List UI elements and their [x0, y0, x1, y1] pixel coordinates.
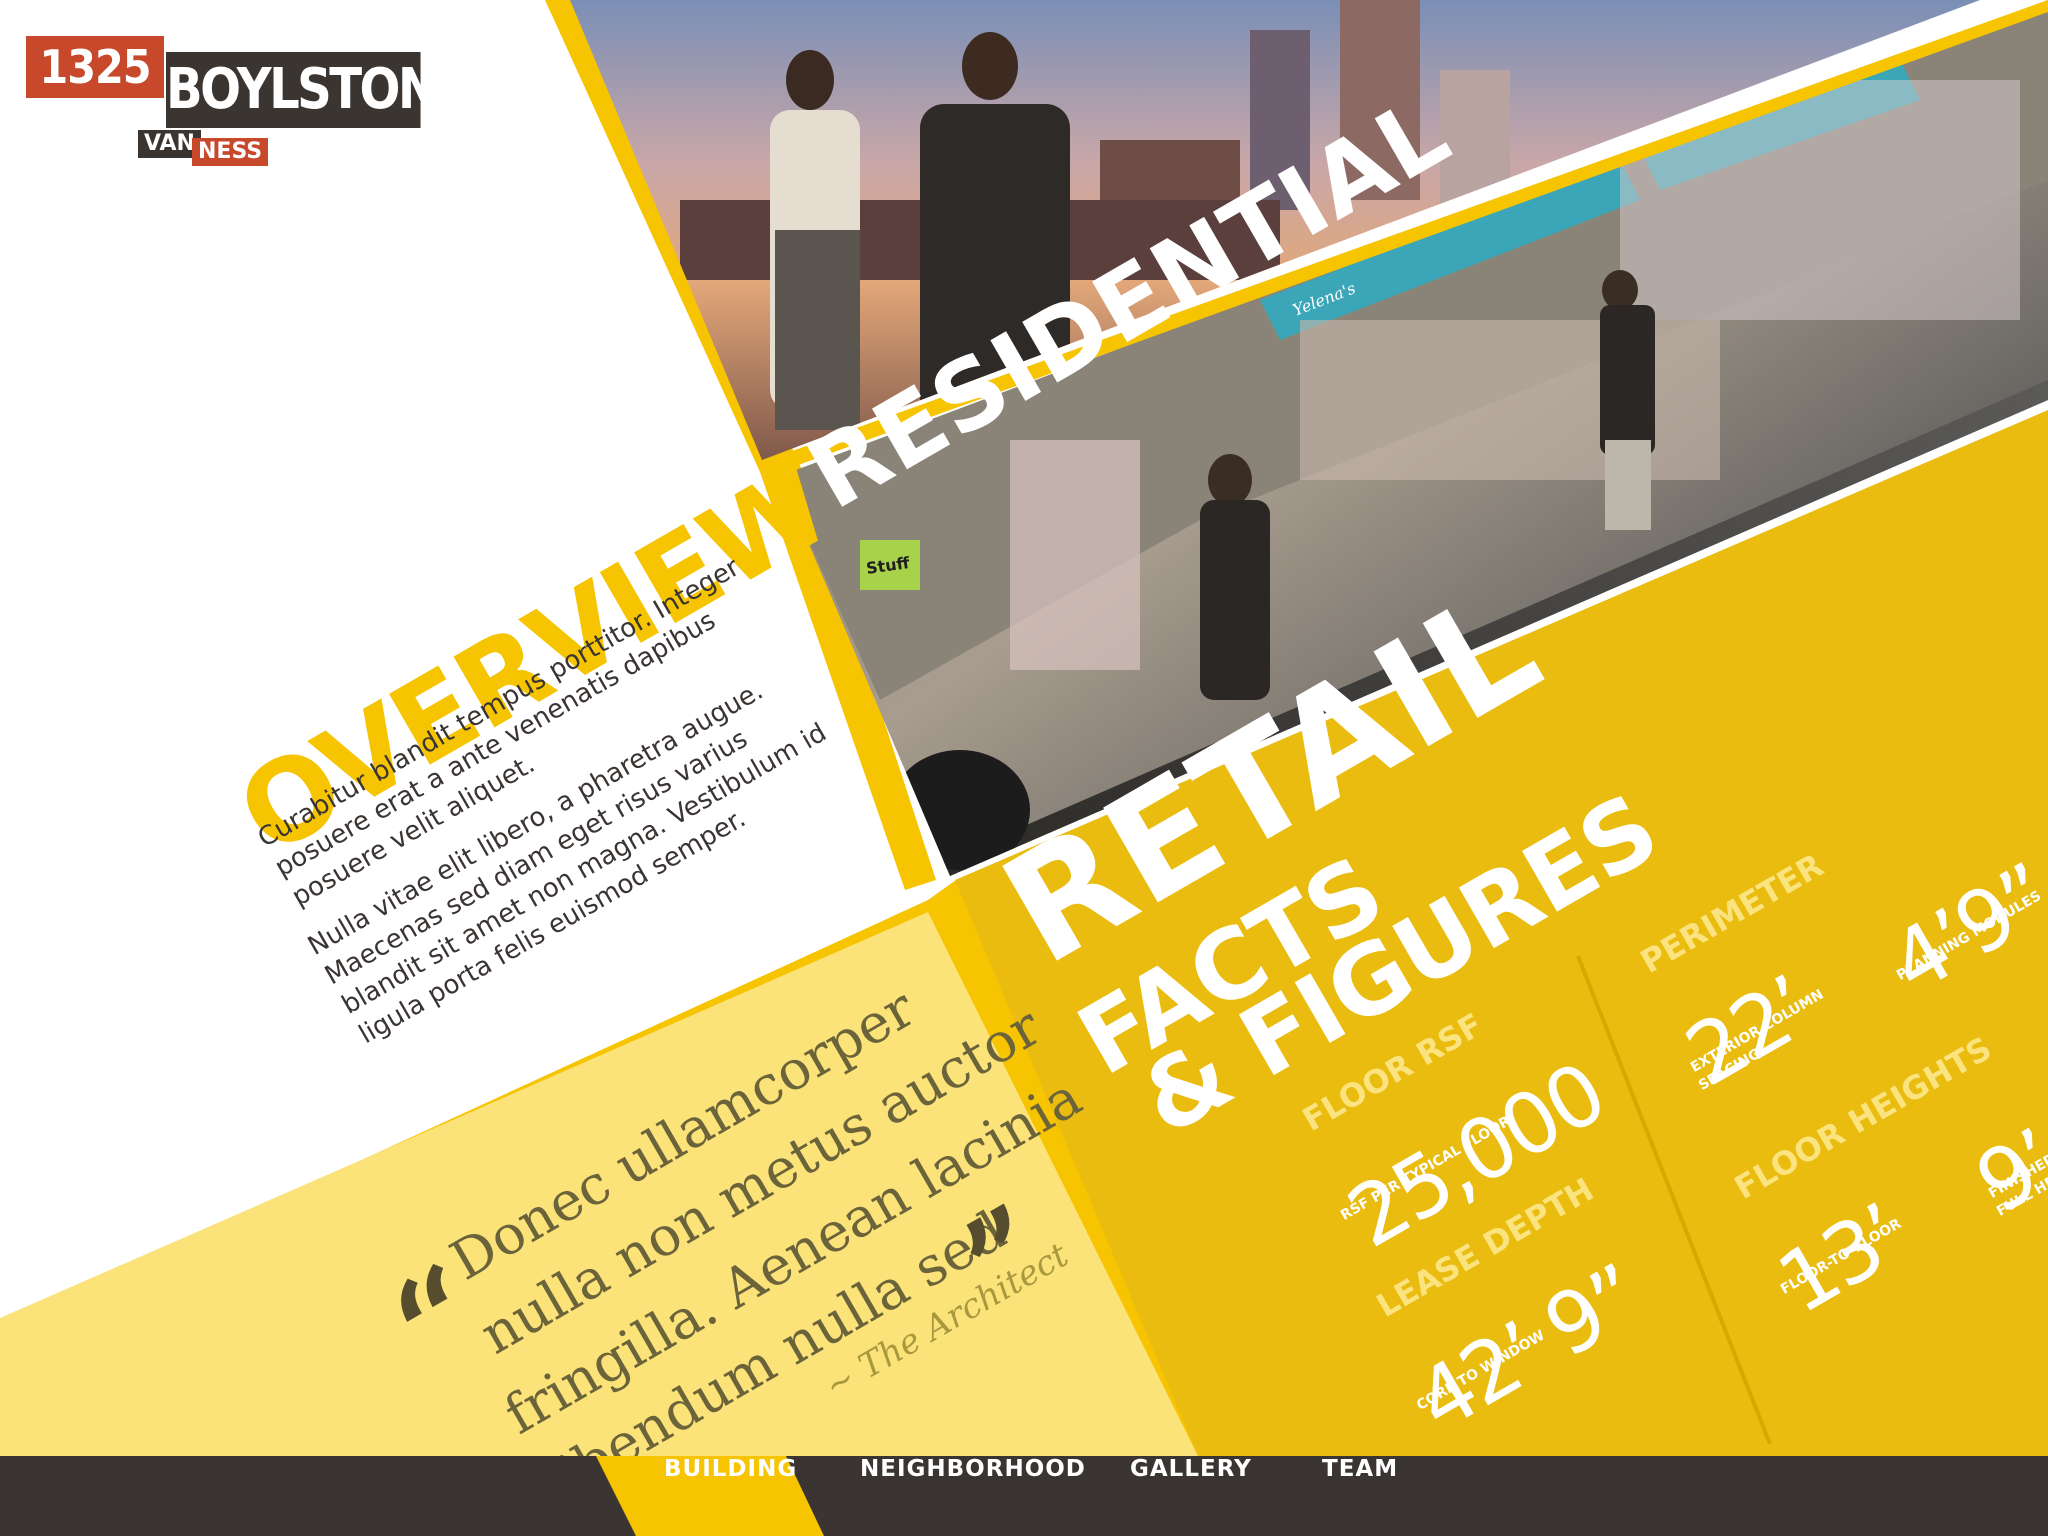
nav-item-gallery[interactable]: GALLERY: [1130, 1456, 1252, 1536]
nav-item-building[interactable]: BUILDING: [664, 1456, 797, 1536]
bottom-nav: BUILDING NEIGHBORHOOD GALLERY TEAM: [0, 1456, 2048, 1536]
page: Yelena's Stuff RESIDENTIAL RETAIL 1325 B…: [0, 0, 2048, 1536]
logo-street: BOYLSTON: [166, 52, 438, 128]
logo-number: 1325: [26, 36, 164, 98]
logo[interactable]: 1325 BOYLSTON VAN NESS: [26, 32, 446, 172]
logo-ness: NESS: [192, 138, 269, 166]
nav-item-team[interactable]: TEAM: [1322, 1456, 1398, 1536]
nav-item-neighborhood[interactable]: NEIGHBORHOOD: [860, 1456, 1086, 1536]
